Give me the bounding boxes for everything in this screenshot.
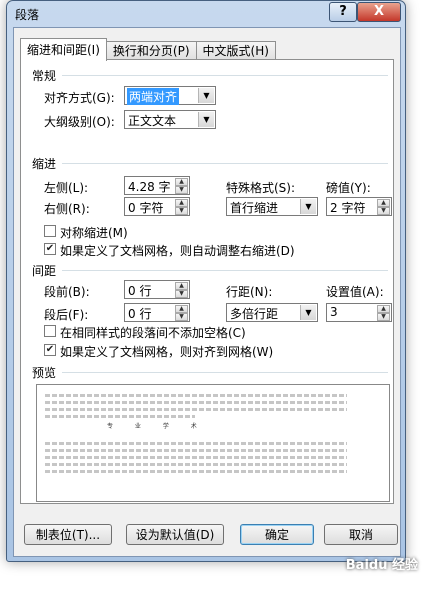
preview-next-line xyxy=(45,456,347,459)
right-indent-label: 右侧(R): xyxy=(44,202,90,216)
chevron-down-icon[interactable]: ▼ xyxy=(300,305,316,320)
left-indent-spinner[interactable]: 4.28 字 ▲ ▼ xyxy=(124,176,190,195)
tab-indents-spacing[interactable]: 缩进和间距(I) xyxy=(20,38,107,61)
spacing-at-spinner[interactable]: 3 ▲ ▼ xyxy=(326,303,392,322)
tabs-button[interactable]: 制表位(T)... xyxy=(24,524,112,545)
spin-down-icon[interactable]: ▼ xyxy=(175,290,188,298)
spin-down-icon[interactable]: ▼ xyxy=(377,207,390,215)
spin-down-icon[interactable]: ▼ xyxy=(377,313,390,321)
space-before-value: 0 行 xyxy=(128,284,152,298)
right-indent-value: 0 字符 xyxy=(128,201,164,215)
preview-next-line xyxy=(45,442,347,445)
preview-prev-line xyxy=(45,408,347,411)
alignment-label: 对齐方式(G): xyxy=(44,91,115,105)
space-after-label: 段后(F): xyxy=(44,308,89,322)
left-indent-value: 4.28 字 xyxy=(128,180,171,194)
mirror-indents-label[interactable]: 对称缩进(M) xyxy=(60,224,128,241)
help-button[interactable]: ? xyxy=(329,2,357,22)
general-separator xyxy=(62,75,388,76)
special-indent-select[interactable]: 首行缩进 ▼ xyxy=(226,197,318,216)
preview-next-line xyxy=(45,470,347,473)
paragraph-dialog: 段落 ? X 缩进和间距(I) 换行和分页(P) 中文版式(H) 常规 对齐方式… xyxy=(6,0,406,562)
tab-line-page-breaks[interactable]: 换行和分页(P) xyxy=(105,41,197,61)
line-spacing-select[interactable]: 多倍行距 ▼ xyxy=(226,303,318,322)
spacing-at-value: 3 xyxy=(330,305,338,319)
outline-level-select[interactable]: 正文文本 ▼ xyxy=(124,110,216,129)
alignment-value: 两端对齐 xyxy=(127,88,180,105)
indent-group-label: 缩进 xyxy=(32,157,57,171)
auto-adjust-checkbox[interactable]: ✔ xyxy=(44,243,56,255)
indent-separator xyxy=(62,163,388,164)
spin-down-icon[interactable]: ▼ xyxy=(175,207,188,215)
special-indent-value: 首行缩进 xyxy=(230,201,279,215)
outline-level-value: 正文文本 xyxy=(128,114,177,128)
general-group-label: 常规 xyxy=(32,69,57,83)
preview-next-line xyxy=(45,449,347,452)
no-space-same-style-checkbox[interactable] xyxy=(44,325,56,337)
ok-button[interactable]: 确定 xyxy=(240,524,314,545)
indent-by-spinner[interactable]: 2 字符 ▲ ▼ xyxy=(326,197,392,216)
left-indent-label: 左侧(L): xyxy=(44,181,89,195)
dialog-title: 段落 xyxy=(15,8,40,22)
outline-level-label: 大纲级别(O): xyxy=(44,115,115,129)
watermark-text: Baidu 经验 xyxy=(345,558,418,573)
preview-group-label: 预览 xyxy=(32,366,57,380)
preview-separator xyxy=(62,372,388,373)
alignment-select[interactable]: 两端对齐 ▼ xyxy=(124,86,216,105)
snap-to-grid-label[interactable]: 如果定义了文档网格，则对齐到网格(W) xyxy=(60,343,273,360)
spin-up-icon[interactable]: ▲ xyxy=(377,305,390,313)
special-indent-label: 特殊格式(S): xyxy=(226,181,296,195)
close-button[interactable]: X xyxy=(357,2,401,22)
right-indent-spinner[interactable]: 0 字符 ▲ ▼ xyxy=(124,197,190,216)
spin-up-icon[interactable]: ▲ xyxy=(377,199,390,207)
line-spacing-value: 多倍行距 xyxy=(230,307,279,321)
spin-up-icon[interactable]: ▲ xyxy=(175,199,188,207)
set-default-button[interactable]: 设为默认值(D) xyxy=(126,524,224,545)
chevron-down-icon[interactable]: ▼ xyxy=(300,199,316,214)
spin-down-icon[interactable]: ▼ xyxy=(175,186,188,194)
cancel-button[interactable]: 取消 xyxy=(324,524,398,545)
spin-up-icon[interactable]: ▲ xyxy=(175,305,188,313)
line-spacing-label: 行距(N): xyxy=(226,285,273,299)
preview-sample-text: 专 业 学 术 xyxy=(107,423,207,430)
space-before-label: 段前(B): xyxy=(44,285,90,299)
spacing-group-label: 间距 xyxy=(32,264,57,278)
indent-by-label: 磅值(Y): xyxy=(326,181,371,195)
auto-adjust-label[interactable]: 如果定义了文档网格，则自动调整右缩进(D) xyxy=(60,242,295,259)
tab-strip: 缩进和间距(I) 换行和分页(P) 中文版式(H) xyxy=(20,38,276,61)
preview-box: 专 业 学 术 xyxy=(36,384,390,502)
spin-up-icon[interactable]: ▲ xyxy=(175,282,188,290)
preview-prev-line xyxy=(45,394,347,397)
mirror-indents-checkbox[interactable] xyxy=(44,225,56,237)
space-after-value: 0 行 xyxy=(128,307,152,321)
spin-down-icon[interactable]: ▼ xyxy=(175,313,188,321)
no-space-same-style-label[interactable]: 在相同样式的段落间不添加空格(C) xyxy=(60,324,246,341)
preview-next-line xyxy=(45,463,347,466)
spin-up-icon[interactable]: ▲ xyxy=(175,178,188,186)
dialog-client: 缩进和间距(I) 换行和分页(P) 中文版式(H) 常规 对齐方式(G): 两端… xyxy=(13,27,401,557)
chevron-down-icon[interactable]: ▼ xyxy=(198,112,214,127)
title-bar[interactable]: 段落 ? X xyxy=(7,1,405,27)
space-before-spinner[interactable]: 0 行 ▲ ▼ xyxy=(124,280,190,299)
chevron-down-icon[interactable]: ▼ xyxy=(198,88,214,103)
space-after-spinner[interactable]: 0 行 ▲ ▼ xyxy=(124,303,190,322)
preview-prev-line xyxy=(45,401,347,404)
tab-asian-typography[interactable]: 中文版式(H) xyxy=(195,41,276,61)
snap-to-grid-checkbox[interactable]: ✔ xyxy=(44,344,56,356)
spacing-separator xyxy=(62,270,388,271)
spacing-at-label: 设置值(A): xyxy=(326,285,384,299)
preview-prev-line xyxy=(45,415,195,418)
indent-by-value: 2 字符 xyxy=(330,201,366,215)
